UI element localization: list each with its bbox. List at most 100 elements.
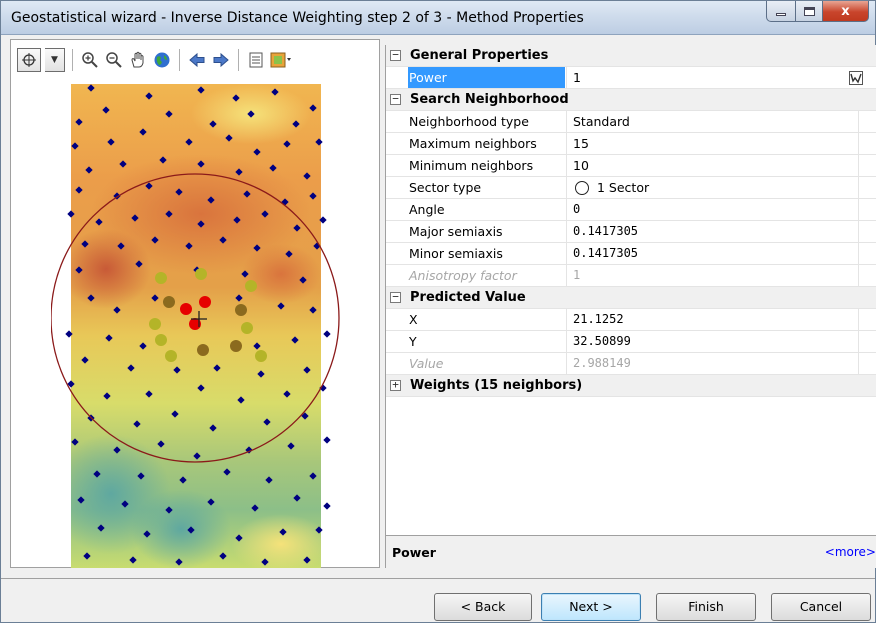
property-label: Anisotropy factor: [409, 268, 517, 283]
property-label: Angle: [409, 202, 445, 217]
category-general-properties[interactable]: − General Properties: [386, 45, 876, 67]
back-button[interactable]: < Back: [434, 593, 532, 621]
minimize-button[interactable]: [766, 1, 796, 22]
property-value[interactable]: 1: [566, 67, 858, 88]
layer-list-button[interactable]: [246, 48, 266, 72]
map-options-button[interactable]: [270, 48, 292, 72]
property-row-y[interactable]: Y 32.50899: [386, 331, 876, 353]
row-gutter: [858, 331, 876, 352]
category-search-neighborhood[interactable]: − Search Neighborhood: [386, 89, 876, 111]
wizard-window: Geostatistical wizard - Inverse Distance…: [0, 0, 876, 623]
property-row-angle[interactable]: Angle 0: [386, 199, 876, 221]
neighbor-point-marker: [230, 340, 242, 352]
neighbor-point-marker: [155, 272, 167, 284]
expand-icon[interactable]: +: [390, 379, 401, 391]
surface-hotspot: [241, 244, 321, 304]
category-title: General Properties: [410, 48, 549, 63]
property-value[interactable]: 21.1252: [566, 309, 858, 330]
property-label: Minimum neighbors: [409, 158, 534, 173]
property-value[interactable]: 32.50899: [566, 331, 858, 352]
property-row-major-semiaxis[interactable]: Major semiaxis 0.1417305: [386, 221, 876, 243]
forward-arrow-icon: [213, 52, 229, 68]
dropdown-gutter[interactable]: [858, 111, 876, 132]
pan-button[interactable]: [128, 48, 148, 72]
category-title: Weights (15 neighbors): [410, 378, 583, 393]
property-description-bar: Power <more>: [386, 535, 876, 568]
property-value[interactable]: 0.1417305: [566, 221, 858, 242]
next-button[interactable]: Next >: [541, 593, 641, 621]
row-gutter: [858, 155, 876, 176]
select-tool-dropdown[interactable]: ▼: [45, 48, 65, 72]
property-row-sector-type[interactable]: Sector type 1 Sector: [386, 177, 876, 199]
property-value[interactable]: 10: [566, 155, 858, 176]
cancel-button[interactable]: Cancel: [771, 593, 871, 621]
finish-button[interactable]: Finish: [656, 593, 756, 621]
property-label: Minor semiaxis: [409, 246, 503, 261]
property-label: Major semiaxis: [409, 224, 503, 239]
property-row-minor-semiaxis[interactable]: Minor semiaxis 0.1417305: [386, 243, 876, 265]
neighbor-point-marker: [197, 344, 209, 356]
sector-type-text: 1 Sector: [597, 180, 650, 195]
neighbor-point-marker: [165, 350, 177, 362]
property-label: Neighborhood type: [409, 114, 529, 129]
optimize-power-icon[interactable]: [849, 71, 863, 85]
neighbor-point-marker: [235, 304, 247, 316]
window-controls: x: [766, 1, 869, 22]
property-row-minimum-neighbors[interactable]: Minimum neighbors 10: [386, 155, 876, 177]
close-button[interactable]: x: [823, 1, 869, 22]
property-row-neighborhood-type[interactable]: Neighborhood type Standard: [386, 111, 876, 133]
row-gutter: [858, 265, 876, 286]
close-icon: x: [841, 3, 850, 19]
neighbor-point-marker: [199, 296, 211, 308]
toolbar-separator: [72, 49, 73, 71]
property-row-maximum-neighbors[interactable]: Maximum neighbors 15: [386, 133, 876, 155]
full-extent-globe-icon: [154, 52, 170, 68]
data-point-marker: [323, 436, 331, 444]
surface-map-svg: [51, 84, 340, 568]
interpolation-map[interactable]: [51, 84, 351, 568]
property-value[interactable]: 0: [566, 199, 858, 220]
one-sector-circle-icon: [575, 181, 589, 195]
property-value[interactable]: 0.1417305: [566, 243, 858, 264]
property-label: Power: [408, 67, 565, 88]
title-bar[interactable]: Geostatistical wizard - Inverse Distance…: [1, 1, 875, 35]
dropdown-gutter[interactable]: [858, 177, 876, 198]
pan-hand-icon: [131, 51, 144, 68]
row-gutter: [858, 133, 876, 154]
surface-hotspot: [71, 229, 151, 309]
collapse-icon[interactable]: −: [390, 93, 401, 105]
property-row-anisotropy-factor: Anisotropy factor 1: [386, 265, 876, 287]
property-row-x[interactable]: X 21.1252: [386, 309, 876, 331]
property-value[interactable]: 1 Sector: [566, 177, 858, 198]
collapse-icon[interactable]: −: [390, 49, 401, 61]
more-link[interactable]: <more>: [825, 545, 876, 559]
row-gutter: [858, 221, 876, 242]
property-label: Maximum neighbors: [409, 136, 537, 151]
property-value[interactable]: Standard: [566, 111, 858, 132]
next-extent-button[interactable]: [211, 48, 231, 72]
collapse-icon[interactable]: −: [390, 291, 401, 303]
property-value[interactable]: 15: [566, 133, 858, 154]
row-gutter: [858, 243, 876, 264]
category-title: Predicted Value: [410, 290, 526, 305]
previous-extent-button[interactable]: [187, 48, 207, 72]
map-options-icon: [270, 52, 291, 68]
category-weights[interactable]: + Weights (15 neighbors): [386, 375, 876, 397]
property-grid: − General Properties Power 1 − Search Ne…: [385, 45, 876, 568]
neighbor-point-marker: [149, 318, 161, 330]
map-toolbar: ▼: [11, 40, 379, 80]
zoom-in-button[interactable]: [80, 48, 100, 72]
property-label: Sector type: [409, 180, 482, 195]
full-extent-button[interactable]: [152, 48, 172, 72]
select-tool-button[interactable]: [17, 48, 41, 72]
zoom-out-button[interactable]: [104, 48, 124, 72]
category-predicted-value[interactable]: − Predicted Value: [386, 287, 876, 309]
dropdown-gutter[interactable]: [858, 199, 876, 220]
button-bar-separator: [1, 578, 875, 579]
property-row-power[interactable]: Power 1: [386, 67, 876, 89]
zoom-in-icon: [82, 52, 98, 68]
maximize-button[interactable]: [796, 1, 823, 22]
description-label: Power: [392, 545, 436, 560]
maximize-icon: [803, 6, 815, 16]
neighbor-point-marker: [195, 268, 207, 280]
